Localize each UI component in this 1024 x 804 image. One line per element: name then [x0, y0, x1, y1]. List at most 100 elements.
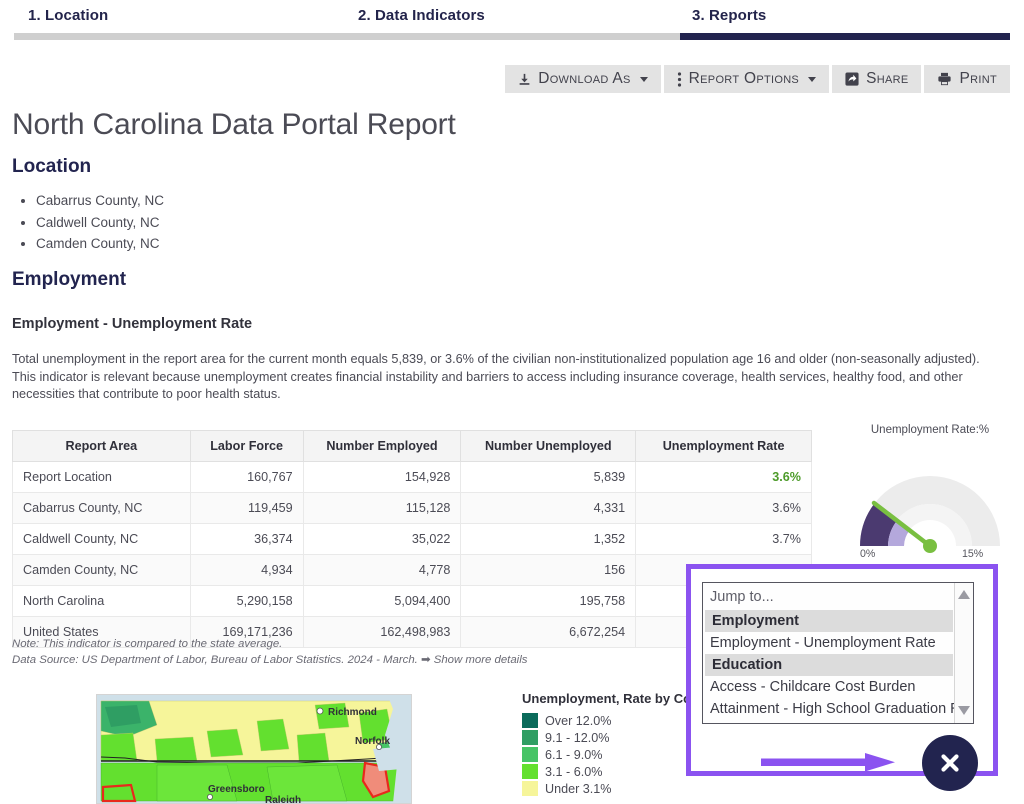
report-options-label: Report Options: [688, 70, 800, 87]
cell-labor-force: 5,290,158: [189, 585, 304, 617]
cell-number-employed: 115,128: [302, 492, 462, 524]
gauge-max-label: 15%: [962, 548, 984, 560]
data-source-line: Data Source: US Department of Labor, Bur…: [12, 652, 527, 668]
column-header-report-area[interactable]: Report Area: [12, 430, 191, 462]
column-header-labor-force[interactable]: Labor Force: [189, 430, 304, 462]
jump-to-group-header: Education: [705, 654, 953, 676]
report-page: 1. Location 2. Data Indicators 3. Report…: [0, 0, 1024, 804]
printer-icon: [937, 72, 952, 86]
indicator-description: Total unemployment in the report area fo…: [12, 352, 980, 401]
cell-number-unemployed: 156: [460, 554, 637, 586]
close-icon: [941, 754, 959, 772]
kebab-menu-icon: [677, 71, 682, 87]
pointer-arrow-icon: [761, 753, 895, 772]
page-title: North Carolina Data Portal Report: [12, 108, 456, 141]
map-legend-label: 3.1 - 6.0%: [545, 764, 603, 779]
wizard-progress-track: [14, 33, 1010, 40]
cell-report-area: North Carolina: [12, 585, 191, 617]
cell-labor-force: 36,374: [189, 523, 304, 555]
cell-report-area: Report Location: [12, 461, 191, 493]
gauge-min-label: 0%: [860, 548, 876, 560]
cell-number-employed: 35,022: [302, 523, 462, 555]
unemployment-gauge-chart: Unemployment Rate:% 0% 15% Report Locati…: [836, 424, 1024, 584]
cell-number-unemployed: 5,839: [460, 461, 637, 493]
cell-number-employed: 5,094,400: [302, 585, 462, 617]
cell-number-unemployed: 4,331: [460, 492, 637, 524]
close-button[interactable]: [922, 735, 978, 791]
chevron-down-icon: [808, 76, 817, 82]
cell-report-area: Cabarrus County, NC: [12, 492, 191, 524]
show-more-details-link[interactable]: Show more details: [434, 654, 528, 666]
cell-labor-force: 160,767: [189, 461, 304, 493]
jump-to-dropdown[interactable]: Jump to... Employment Employment - Unempl…: [702, 582, 974, 724]
wizard-tab-bar: 1. Location 2. Data Indicators 3. Report…: [0, 0, 1024, 44]
cell-labor-force: 119,459: [189, 492, 304, 524]
jump-to-item[interactable]: Employment - Unemployment Rate: [703, 632, 955, 654]
cell-report-area: Caldwell County, NC: [12, 523, 191, 555]
jump-to-item[interactable]: Access - Childcare Cost Burden: [703, 676, 955, 698]
jump-to-scrollbar[interactable]: [954, 583, 973, 723]
wizard-tab-reports[interactable]: 3. Reports: [692, 7, 766, 24]
table-row: Report Location 160,767 154,928 5,839 3.6%: [12, 461, 812, 493]
map-city-label-raleigh: Raleigh: [265, 795, 301, 803]
right-arrow-icon: ➡: [421, 654, 431, 666]
share-button[interactable]: Share: [832, 65, 922, 93]
cell-labor-force: 4,934: [189, 554, 304, 586]
section-heading-employment: Employment: [12, 269, 127, 290]
indicator-note: Note: This indicator is compared to the …: [12, 638, 283, 650]
print-button[interactable]: Print: [924, 65, 1010, 93]
cell-unemployment-rate: 3.6%: [635, 461, 812, 493]
table-header-row: Report Area Labor Force Number Employed …: [12, 430, 812, 462]
gauge-title: Unemployment Rate:%: [870, 424, 990, 436]
cell-number-unemployed: 195,758: [460, 585, 637, 617]
jump-to-item[interactable]: Attainment - High School Graduation Rate: [703, 698, 973, 720]
table-notes: Note: This indicator is compared to the …: [12, 636, 527, 668]
location-list: Cabarrus County, NC Caldwell County, NC …: [12, 190, 164, 255]
wizard-progress-active: [680, 33, 1010, 40]
jump-to-list: Jump to... Employment Employment - Unempl…: [703, 583, 973, 720]
map-legend-label: Over 12.0%: [545, 713, 612, 728]
list-item: Camden County, NC: [36, 233, 164, 255]
table-row: Caldwell County, NC 36,374 35,022 1,352 3.7%: [12, 523, 812, 555]
column-header-unemployment-rate[interactable]: Unemployment Rate: [635, 430, 812, 462]
jump-to-placeholder: Jump to...: [710, 589, 774, 605]
table-row: Cabarrus County, NC 119,459 115,128 4,331 3.…: [12, 492, 812, 524]
cell-number-employed: 154,928: [302, 461, 462, 493]
jump-to-group-header: Employment: [705, 610, 953, 632]
share-icon: [845, 72, 859, 86]
column-header-number-employed[interactable]: Number Employed: [302, 430, 462, 462]
section-heading-location: Location: [12, 156, 92, 177]
map-legend-row: Under 3.1%: [522, 780, 722, 797]
map-legend-swatch: [522, 747, 538, 762]
jump-to-overlay: Jump to... Employment Employment - Unempl…: [686, 564, 998, 791]
cell-unemployment-rate: 3.7%: [635, 523, 812, 555]
download-as-label: Download As: [538, 70, 631, 87]
wizard-tab-location[interactable]: 1. Location: [28, 7, 108, 24]
map-legend-swatch: [522, 713, 538, 728]
scroll-down-arrow-icon[interactable]: [958, 706, 970, 715]
indicator-title: Employment - Unemployment Rate: [12, 316, 253, 332]
cell-number-employed: 4,778: [302, 554, 462, 586]
cell-report-area: Camden County, NC: [12, 554, 191, 586]
scroll-up-arrow-icon[interactable]: [958, 590, 970, 599]
map-legend-swatch: [522, 781, 538, 796]
list-item: Cabarrus County, NC: [36, 190, 164, 212]
download-as-button[interactable]: Download As: [505, 65, 661, 93]
map-legend-label: 6.1 - 9.0%: [545, 747, 603, 762]
map-svg: Richmond Norfolk Greensboro Raleigh: [97, 695, 411, 803]
map-legend-label: 9.1 - 12.0%: [545, 730, 610, 745]
chevron-down-icon: [639, 76, 648, 82]
column-header-number-unemployed[interactable]: Number Unemployed: [460, 430, 637, 462]
map-legend-swatch: [522, 730, 538, 745]
gauge-svg: [860, 476, 1000, 553]
map-legend-swatch: [522, 764, 538, 779]
report-toolbar: Download As Report Options Share Print: [505, 65, 1010, 93]
map-city-label-greensboro: Greensboro: [208, 784, 265, 795]
cell-unemployment-rate: 3.6%: [635, 492, 812, 524]
wizard-tab-data-indicators[interactable]: 2. Data Indicators: [358, 7, 485, 24]
print-label: Print: [959, 70, 997, 87]
download-icon: [518, 73, 531, 86]
report-options-button[interactable]: Report Options: [663, 65, 830, 93]
unemployment-choropleth-map[interactable]: Richmond Norfolk Greensboro Raleigh: [96, 694, 412, 804]
list-item: Caldwell County, NC: [36, 212, 164, 234]
